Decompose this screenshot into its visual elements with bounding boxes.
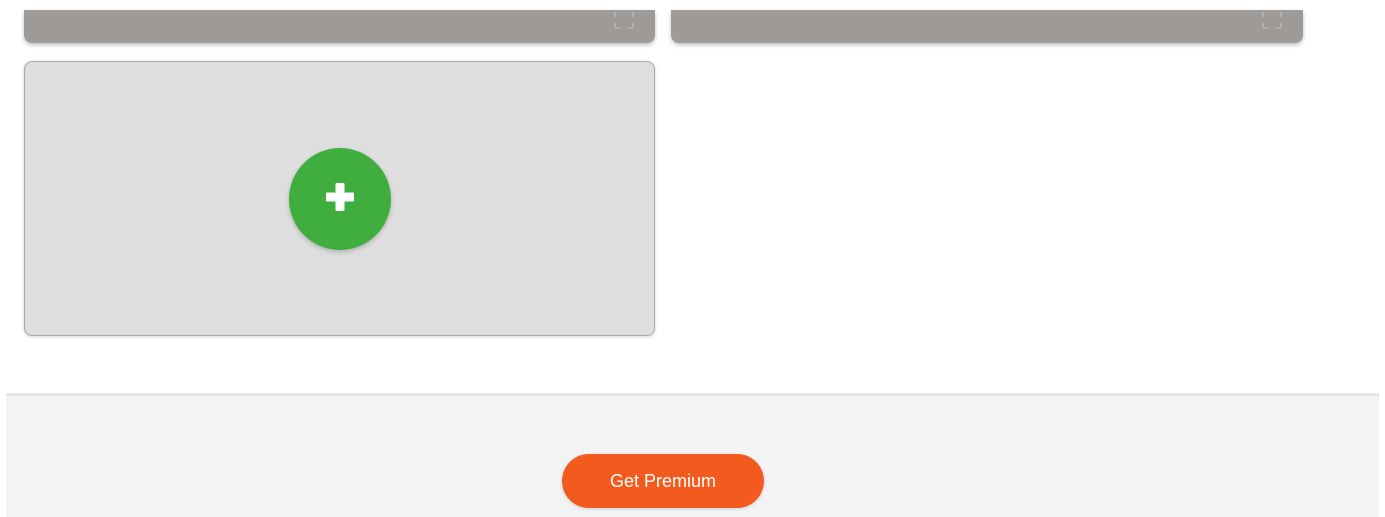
page: Get Premium xyxy=(0,0,1385,517)
add-widget-tile[interactable] xyxy=(24,61,655,336)
dashboard-card[interactable] xyxy=(24,10,655,43)
footer: Get Premium xyxy=(6,393,1379,517)
add-widget-button[interactable] xyxy=(289,148,391,250)
expand-icon[interactable] xyxy=(1261,10,1283,30)
plus-icon xyxy=(323,180,357,219)
get-premium-button[interactable]: Get Premium xyxy=(562,454,764,508)
dashboard-card[interactable] xyxy=(671,10,1303,43)
expand-icon[interactable] xyxy=(613,10,635,30)
